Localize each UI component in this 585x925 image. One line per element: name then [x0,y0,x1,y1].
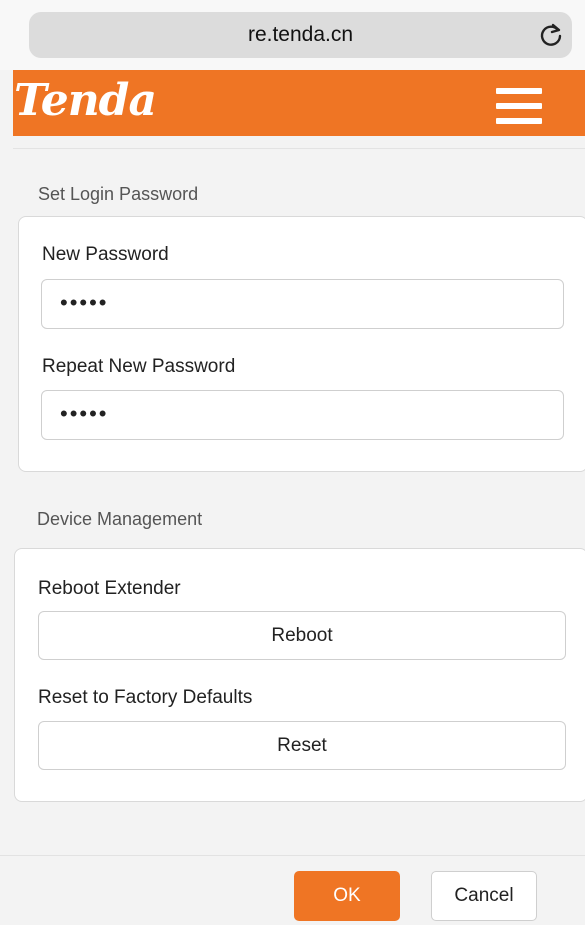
browser-bar: re.tenda.cn [0,0,585,70]
ok-button[interactable]: OK [294,871,400,921]
reboot-extender-label: Reboot Extender [38,578,181,599]
repeat-password-label: Repeat New Password [42,356,236,377]
reboot-button[interactable]: Reboot [38,611,566,660]
section-title-device-management: Device Management [37,509,203,529]
address-bar[interactable]: re.tenda.cn [29,12,572,58]
reset-button[interactable]: Reset [38,721,566,770]
factory-reset-label: Reset to Factory Defaults [38,687,253,708]
repeat-password-input[interactable]: ••••• [41,390,564,440]
tenda-logo: Tenda [14,75,157,126]
hamburger-menu-icon[interactable] [496,88,542,124]
section-title-login-password: Set Login Password [38,184,199,204]
new-password-label: New Password [42,244,169,265]
reload-icon[interactable] [538,22,564,48]
cancel-button[interactable]: Cancel [431,871,537,921]
new-password-input[interactable]: ••••• [41,279,564,329]
url-text: re.tenda.cn [247,23,354,46]
